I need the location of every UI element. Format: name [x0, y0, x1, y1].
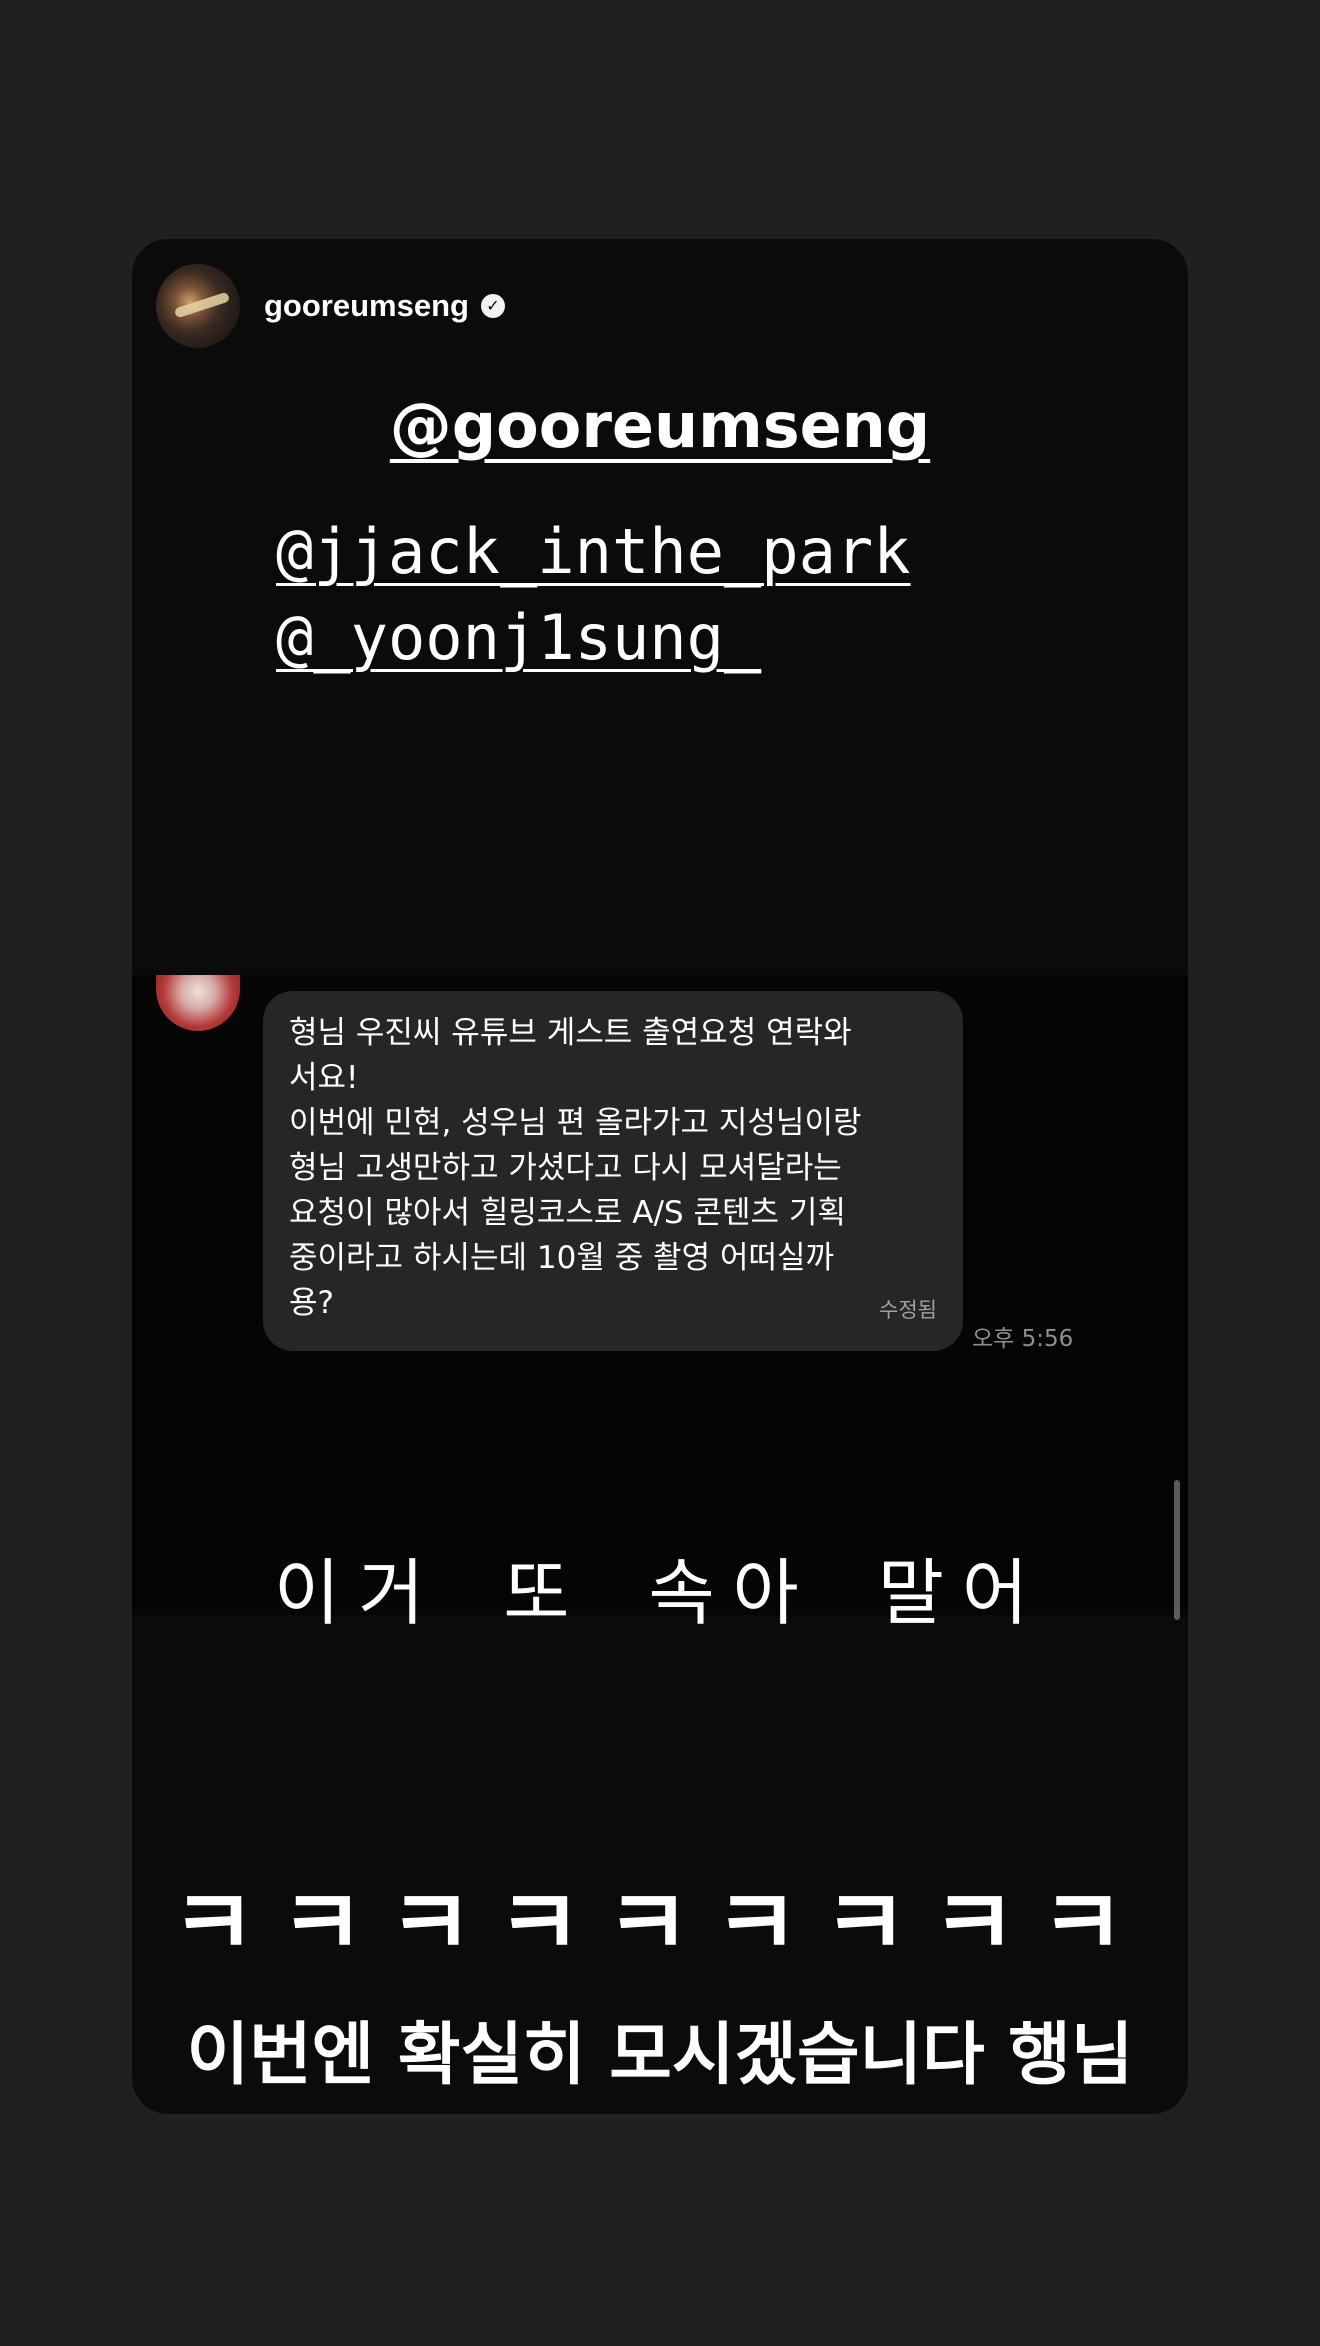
verified-badge-icon: ✓: [480, 294, 505, 318]
story-card: gooreumseng ✓ @gooreumseng @jjack_inthe_…: [132, 239, 1188, 2114]
mention-gooreumseng[interactable]: @gooreumseng: [132, 389, 1188, 462]
dm-message-bubble: 형님 우진씨 유튜브 게스트 출연요청 연락와 서요! 이번에 민현, 성우님 …: [263, 991, 963, 1351]
mention-yoonj1sung[interactable]: @_yoonj1sung_: [276, 595, 911, 681]
caption-line-1: 이거 또 속아 말어: [273, 1551, 1047, 1635]
caption-line-2: 이번엔 확실히 모시겠습니다 행님: [186, 2016, 1134, 2095]
dm-screenshot: 형님 우진씨 유튜브 게스트 출연요청 연락와 서요! 이번에 민현, 성우님 …: [132, 975, 1188, 1620]
profile-avatar[interactable]: [156, 264, 240, 348]
mention-jjack-inthe-park[interactable]: @jjack_inthe_park: [276, 509, 911, 595]
message-timestamp: 오후 5:56: [972, 1326, 1074, 1352]
caption-laugh: ㅋㅋㅋㅋㅋㅋㅋㅋㅋ: [171, 1870, 1149, 1977]
story-header: gooreumseng ✓: [156, 263, 505, 349]
dm-message-text: 형님 우진씨 유튜브 게스트 출연요청 연락와 서요! 이번에 민현, 성우님 …: [289, 1015, 862, 1321]
mention-list: @jjack_inthe_park @_yoonj1sung_: [276, 509, 911, 681]
edited-label: 수정됨: [879, 1298, 937, 1322]
story-username[interactable]: gooreumseng: [264, 288, 469, 324]
dm-sender-avatar: [156, 975, 240, 1031]
